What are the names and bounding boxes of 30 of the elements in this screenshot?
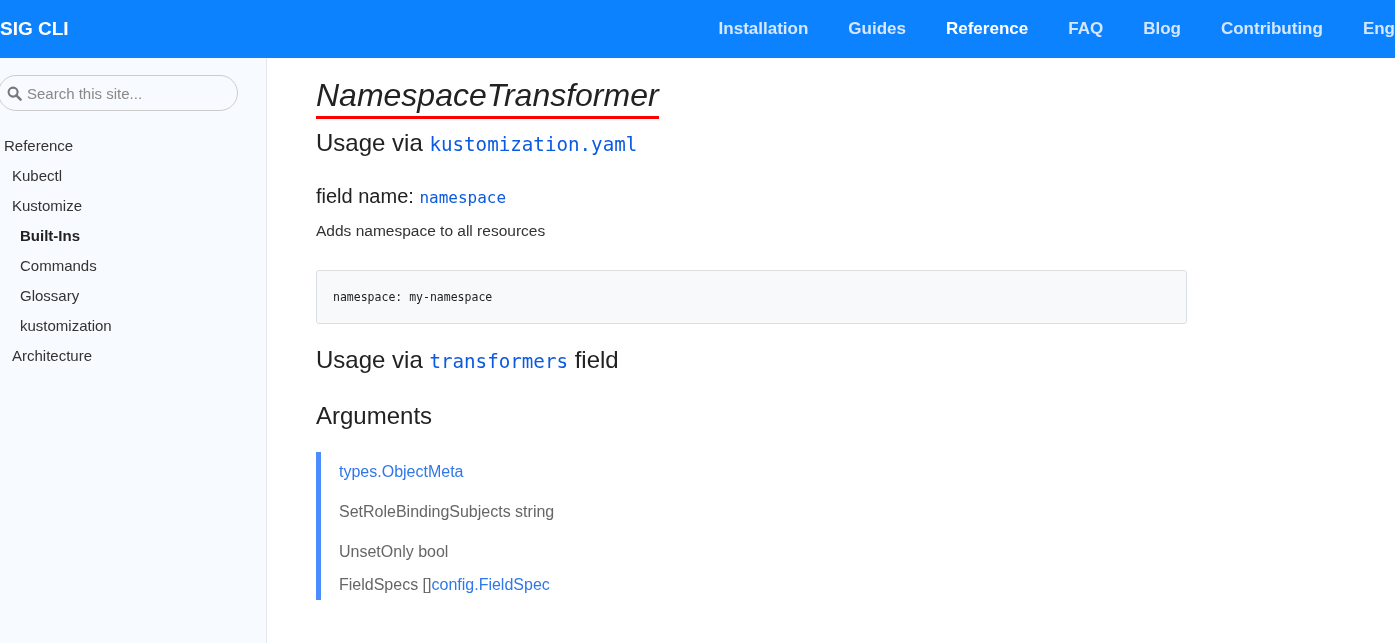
sidebar-item[interactable]: Reference — [0, 131, 266, 161]
nav-link[interactable]: Eng — [1362, 19, 1395, 39]
nav-link[interactable]: Contributing — [1220, 19, 1323, 39]
page-title: NamespaceTransformer — [316, 77, 659, 119]
argument-text: SetRoleBindingSubjects string — [339, 503, 555, 520]
sidebar-item[interactable]: Architecture — [0, 341, 266, 371]
site-brand[interactable]: SIG CLI — [0, 18, 69, 40]
type-link[interactable]: config.FieldSpec — [431, 576, 550, 593]
type-link[interactable]: types.ObjectMeta — [339, 463, 464, 480]
search-icon — [7, 86, 22, 101]
search-field[interactable]: Search this site... — [0, 75, 238, 111]
nav-link[interactable]: FAQ — [1068, 19, 1104, 39]
sidebar-item[interactable]: Commands — [0, 251, 266, 281]
nav-link[interactable]: Reference — [945, 19, 1029, 39]
code-block: namespace: my-namespace — [316, 270, 1187, 324]
nav-link[interactable]: Blog — [1143, 19, 1181, 39]
argument-text: UnsetOnly bool — [339, 543, 449, 560]
paragraph: Adds namespace to all resources — [316, 222, 547, 240]
section-heading: Usage via kustomization.yaml — [316, 129, 639, 157]
sidebar-item[interactable]: Built-Ins — [0, 221, 266, 251]
sidebar-item[interactable]: kustomization — [0, 311, 266, 341]
sidebar-item[interactable]: Glossary — [0, 281, 266, 311]
section-heading: Usage via transformers field — [316, 346, 620, 374]
nav-link[interactable]: Guides — [848, 19, 906, 39]
subsection-heading: field name: namespace — [316, 185, 508, 208]
sidebar-item[interactable]: Kustomize — [0, 191, 266, 221]
argument-text: FieldSpecs [] — [339, 576, 432, 593]
sidebar-item[interactable]: Kubectl — [0, 161, 266, 191]
section-heading: Arguments — [316, 402, 434, 430]
nav-link[interactable]: Installation — [718, 19, 809, 39]
